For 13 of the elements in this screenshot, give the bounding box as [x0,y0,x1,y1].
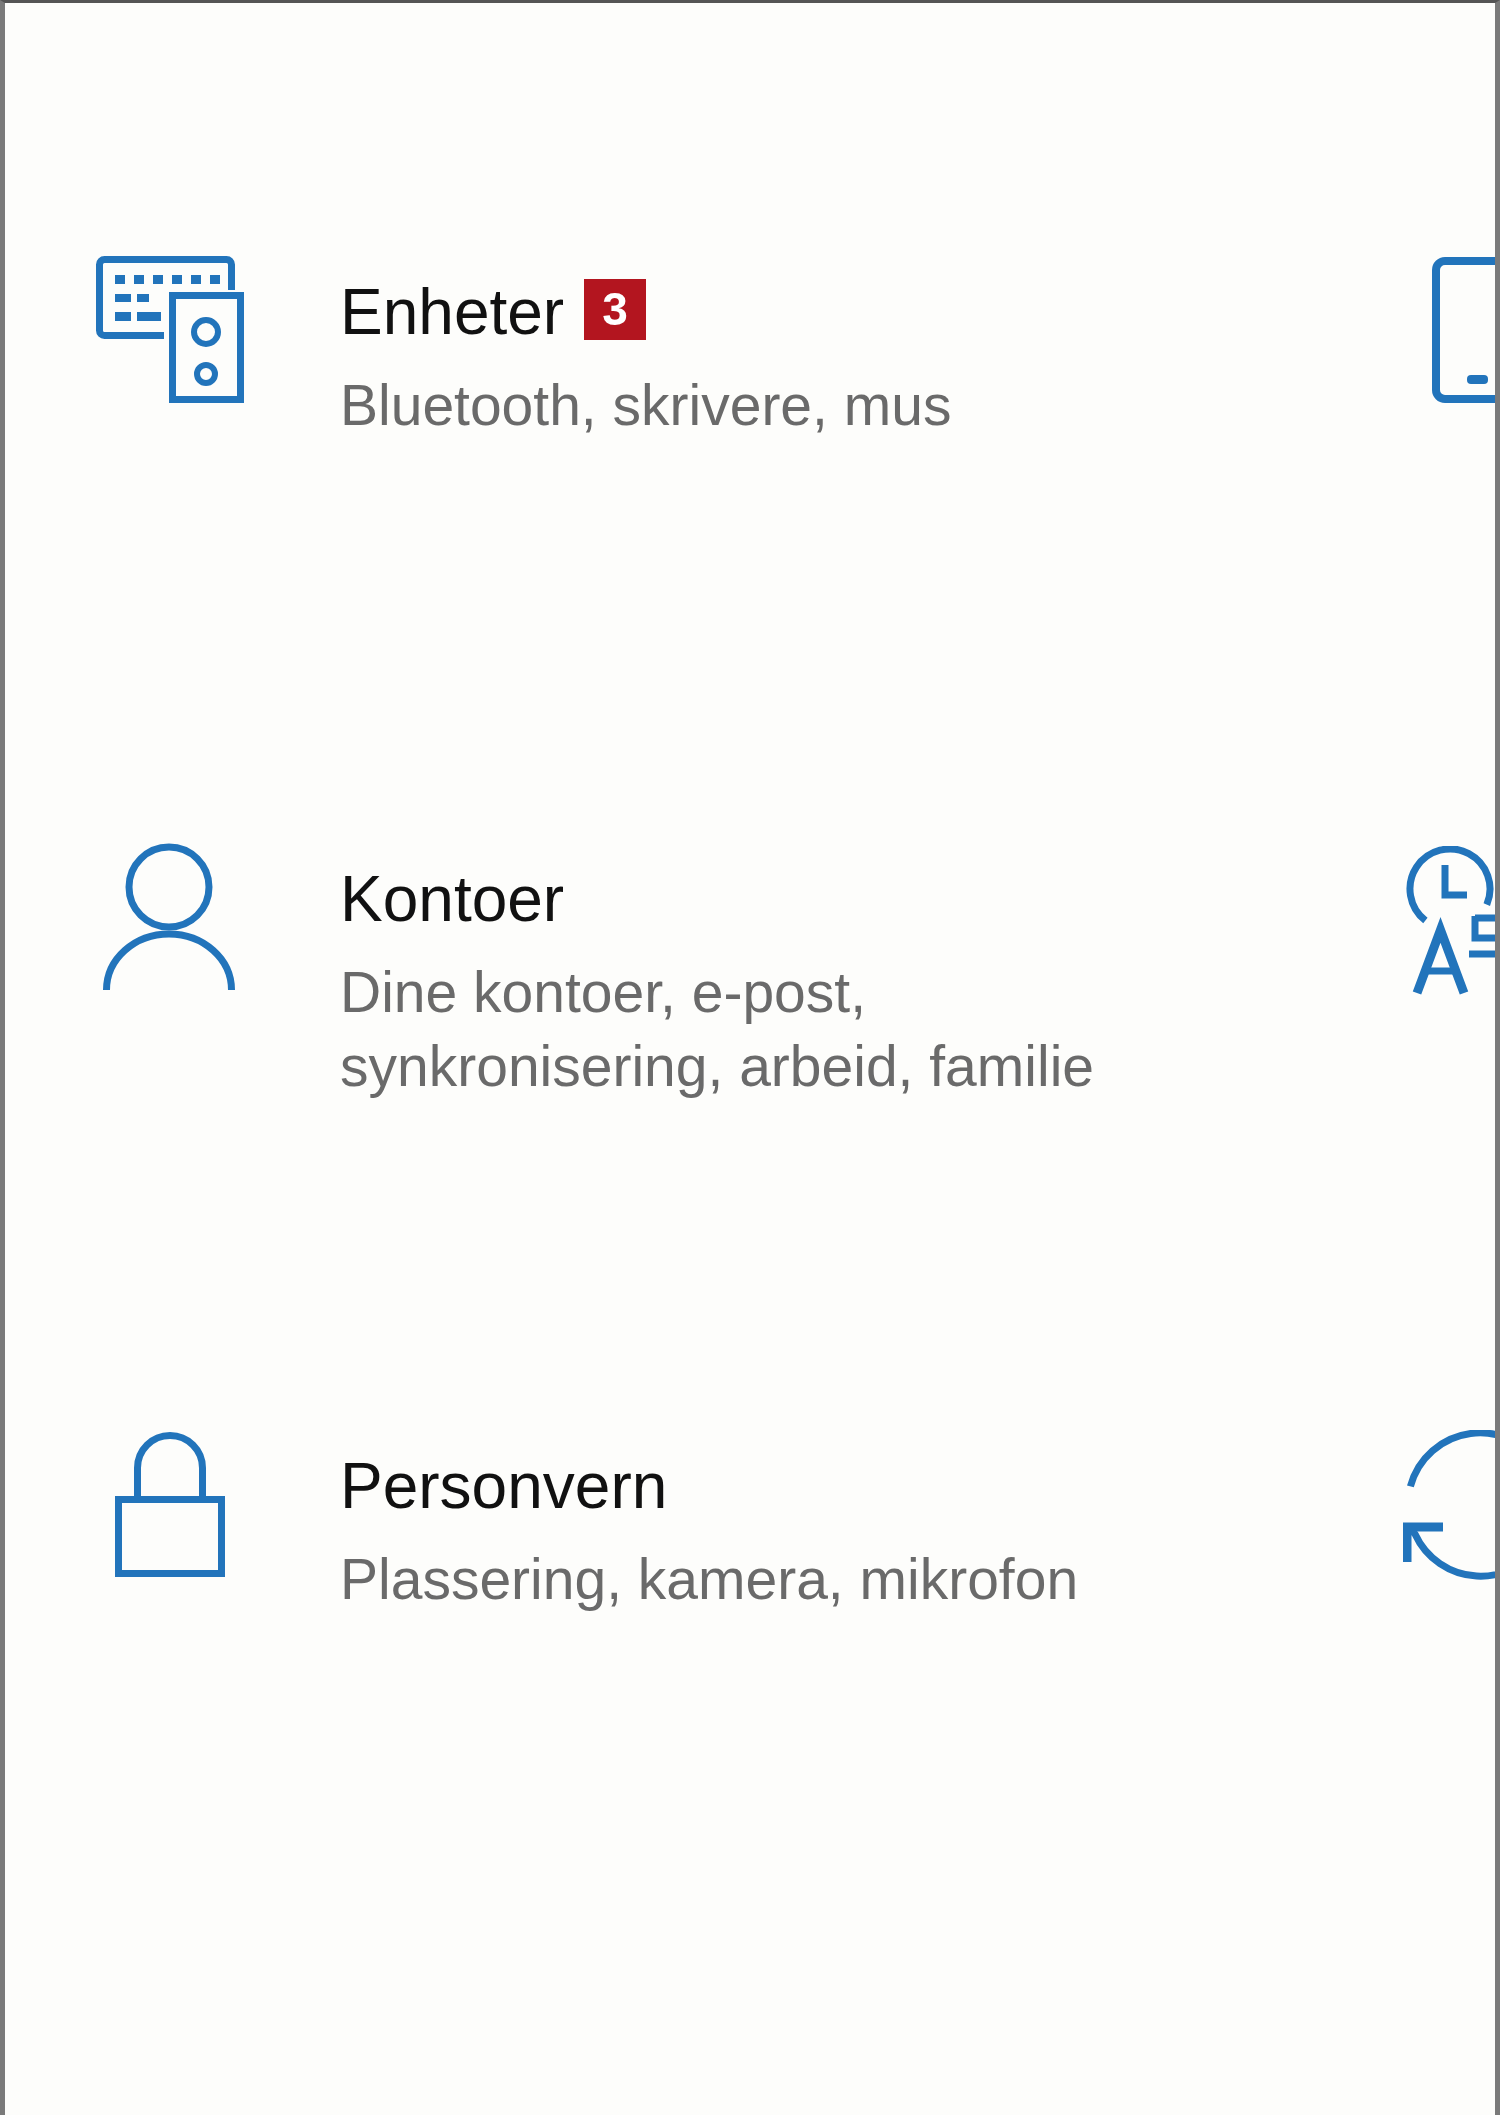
category-description: Dine kontoer, e-post, synkronisering, arbeid, familie [340,959,1095,1100]
keyboard-speaker-icon [96,256,244,403]
clock-letter-icon [1403,846,1495,996]
tablet-icon [1432,257,1495,403]
category-description: Bluetooth, skrivere, mus [340,372,953,439]
padlock-icon [115,1432,225,1577]
category-title[interactable]: Kontoer [340,861,565,937]
sync-arrows-icon [1403,1430,1495,1580]
category-title[interactable]: Enheter [340,274,565,350]
category-description: Plassering, kamera, mikrofon [340,1546,1080,1613]
notification-badge: 3 [584,278,647,340]
person-icon [103,843,235,991]
category-title[interactable]: Personvern [340,1448,668,1524]
